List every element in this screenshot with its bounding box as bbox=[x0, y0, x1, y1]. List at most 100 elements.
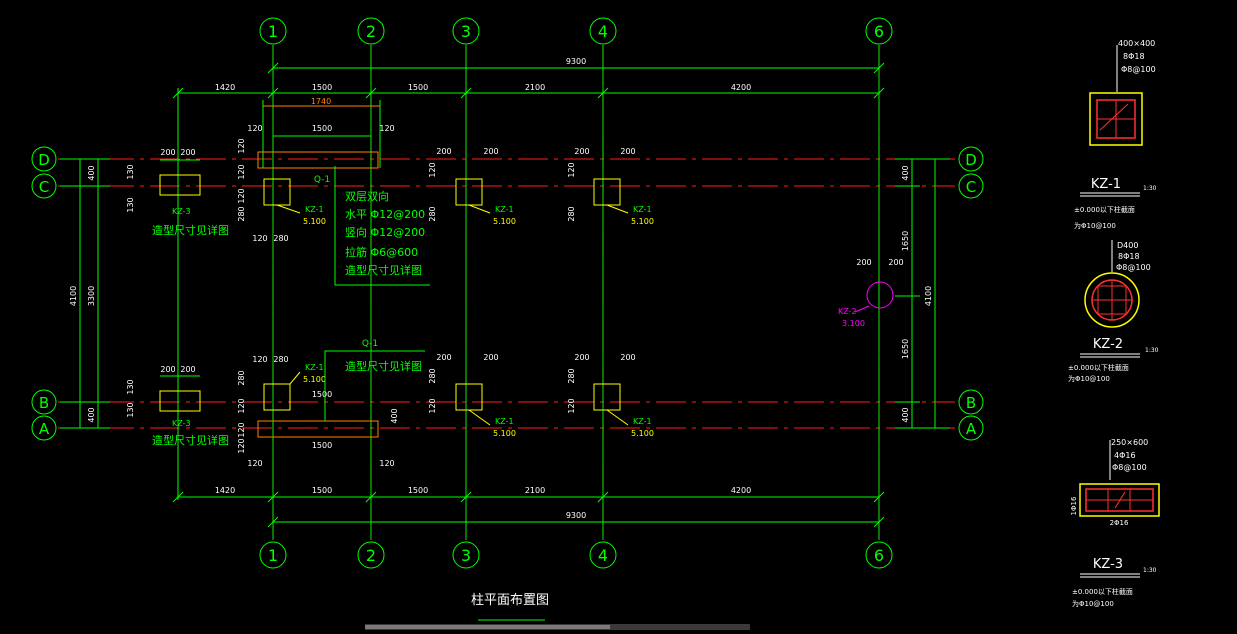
grid-bubble-B-left[interactable]: B bbox=[31, 389, 57, 415]
detail-kz2[interactable]: D400 8Φ18 Φ8@100 KZ-2 1:30 ±0.000以下柱截面 为… bbox=[1068, 240, 1159, 383]
horizontal-scrollbar[interactable] bbox=[365, 624, 750, 630]
svg-text:130: 130 bbox=[126, 164, 135, 179]
wall-note: 双层双向 水平 Φ12@200 竖向 Φ12@200 拉筋 Φ6@600 造型尺… bbox=[334, 166, 430, 286]
svg-text:C: C bbox=[966, 178, 976, 196]
svg-text:200: 200 bbox=[483, 353, 498, 362]
column-kz1-c4[interactable] bbox=[593, 178, 629, 214]
svg-text:3: 3 bbox=[461, 546, 471, 565]
column-kz2[interactable] bbox=[854, 281, 894, 313]
grid-bubble-6-top[interactable]: 6 bbox=[865, 17, 893, 45]
detail-kz3[interactable]: 250×600 4Φ16 Φ8@100 1Φ16 2Φ16 KZ-3 1:30 … bbox=[1070, 438, 1160, 608]
grid-bubble-2-bottom[interactable]: 2 bbox=[357, 541, 385, 569]
svg-text:4Φ16: 4Φ16 bbox=[1114, 451, 1136, 460]
svg-text:120: 120 bbox=[237, 164, 246, 179]
grid-bubble-B-right[interactable]: B bbox=[958, 389, 984, 415]
svg-text:200: 200 bbox=[180, 148, 195, 157]
grid-bubble-4-bottom[interactable]: 4 bbox=[589, 541, 617, 569]
svg-text:120: 120 bbox=[252, 234, 267, 243]
dim-bot-3: 1500 bbox=[408, 486, 428, 495]
svg-text:120: 120 bbox=[247, 459, 262, 468]
svg-text:120: 120 bbox=[237, 188, 246, 203]
dim-1500-bot: 1500 bbox=[312, 441, 332, 450]
dim-total-bottom: 9300 bbox=[566, 511, 586, 520]
svg-text:为Φ10@100: 为Φ10@100 bbox=[1068, 374, 1110, 383]
column-kz1-c2[interactable] bbox=[263, 178, 301, 214]
svg-text:400: 400 bbox=[390, 408, 399, 423]
grid-bubble-1-top[interactable]: 1 bbox=[259, 17, 287, 45]
grid-bubble-2-top[interactable]: 2 bbox=[357, 17, 385, 45]
svg-text:200: 200 bbox=[574, 147, 589, 156]
svg-text:D: D bbox=[965, 151, 977, 169]
drawing-canvas[interactable]: 1 2 3 4 6 1 2 3 4 6 D C B A D C B A 9300… bbox=[0, 0, 1237, 630]
svg-text:280: 280 bbox=[273, 234, 288, 243]
dim-bot-2: 1500 bbox=[312, 486, 332, 495]
svg-text:120: 120 bbox=[379, 124, 394, 133]
svg-text:A: A bbox=[39, 420, 50, 438]
column-kz3-top[interactable] bbox=[159, 159, 201, 196]
wall-q1-top[interactable] bbox=[257, 151, 379, 169]
svg-text:200: 200 bbox=[888, 258, 903, 267]
svg-text:B: B bbox=[966, 394, 976, 412]
dim-right-4100: 4100 bbox=[924, 286, 933, 306]
grid-bubble-6-bottom[interactable]: 6 bbox=[865, 541, 893, 569]
svg-text:造型尺寸见详图: 造型尺寸见详图 bbox=[345, 263, 422, 277]
svg-text:280: 280 bbox=[273, 355, 288, 364]
grid-bubble-1-bottom[interactable]: 1 bbox=[259, 541, 287, 569]
grid-bubble-D-left[interactable]: D bbox=[31, 146, 57, 172]
svg-text:±0.000以下柱截面: ±0.000以下柱截面 bbox=[1074, 205, 1135, 214]
column-kz1-c3[interactable] bbox=[455, 178, 491, 214]
detail-kz1[interactable]: 400×400 8Φ18 Φ8@100 KZ-1 1:30 ±0.000以下柱截… bbox=[1074, 39, 1157, 230]
svg-text:200: 200 bbox=[160, 148, 175, 157]
axis-lines bbox=[58, 45, 955, 540]
svg-text:4: 4 bbox=[598, 546, 608, 565]
svg-text:KZ-1: KZ-1 bbox=[305, 205, 324, 214]
dim-top-4: 2100 bbox=[525, 83, 545, 92]
dim-left-400-bot: 400 bbox=[87, 407, 96, 422]
svg-text:5.100: 5.100 bbox=[303, 375, 326, 384]
svg-text:2: 2 bbox=[366, 546, 376, 565]
grid-bubble-3-top[interactable]: 3 bbox=[452, 17, 480, 45]
svg-text:120: 120 bbox=[379, 459, 394, 468]
column-kz1-b3[interactable] bbox=[455, 383, 491, 426]
svg-text:2Φ16: 2Φ16 bbox=[1110, 519, 1129, 527]
kz3-labels: KZ-3 KZ-3 bbox=[172, 207, 191, 428]
grid-bubble-A-right[interactable]: A bbox=[958, 415, 984, 441]
column-kz1-b4[interactable] bbox=[593, 383, 629, 426]
svg-text:1:30: 1:30 bbox=[1143, 185, 1157, 192]
svg-text:200: 200 bbox=[620, 147, 635, 156]
svg-text:5.100: 5.100 bbox=[303, 217, 326, 226]
svg-text:1: 1 bbox=[268, 22, 278, 41]
svg-text:130: 130 bbox=[126, 197, 135, 212]
column-kz3-bottom[interactable] bbox=[159, 375, 201, 412]
svg-text:Φ8@100: Φ8@100 bbox=[1112, 463, 1147, 472]
dimension-text: 9300 9300 1420 1500 1500 2100 4200 1420 … bbox=[69, 57, 933, 520]
scrollbar-thumb[interactable] bbox=[365, 625, 610, 629]
svg-text:120: 120 bbox=[567, 162, 576, 177]
svg-text:120: 120 bbox=[237, 138, 246, 153]
svg-text:4: 4 bbox=[598, 22, 608, 41]
grid-bubble-3-bottom[interactable]: 3 bbox=[452, 541, 480, 569]
svg-text:400×400: 400×400 bbox=[1118, 39, 1155, 48]
grid-bubble-4-top[interactable]: 4 bbox=[589, 17, 617, 45]
svg-text:5.100: 5.100 bbox=[631, 429, 654, 438]
kz2-elev: 3.100 bbox=[842, 319, 865, 328]
svg-text:竖向 Φ12@200: 竖向 Φ12@200 bbox=[345, 225, 425, 239]
svg-text:D: D bbox=[38, 151, 50, 169]
column-kz1-b2[interactable] bbox=[263, 371, 301, 411]
svg-text:为Φ10@100: 为Φ10@100 bbox=[1074, 221, 1116, 230]
wall-q1-bottom[interactable] bbox=[257, 420, 379, 438]
svg-text:5.100: 5.100 bbox=[631, 217, 654, 226]
dim-total-top: 9300 bbox=[566, 57, 586, 66]
dim-bot-1: 1420 bbox=[215, 486, 235, 495]
svg-text:8Φ18: 8Φ18 bbox=[1123, 52, 1145, 61]
grid-bubble-A-left[interactable]: A bbox=[31, 415, 57, 441]
grid-bubble-D-right[interactable]: D bbox=[958, 146, 984, 172]
grid-bubble-C-left[interactable]: C bbox=[31, 173, 57, 199]
svg-text:造型尺寸见详图: 造型尺寸见详图 bbox=[345, 359, 422, 373]
svg-text:280: 280 bbox=[428, 206, 437, 221]
grid-bubble-C-right[interactable]: C bbox=[958, 173, 984, 199]
svg-text:200: 200 bbox=[436, 353, 451, 362]
svg-text:120: 120 bbox=[252, 355, 267, 364]
dim-top-1: 1420 bbox=[215, 83, 235, 92]
dim-top-5: 4200 bbox=[731, 83, 751, 92]
